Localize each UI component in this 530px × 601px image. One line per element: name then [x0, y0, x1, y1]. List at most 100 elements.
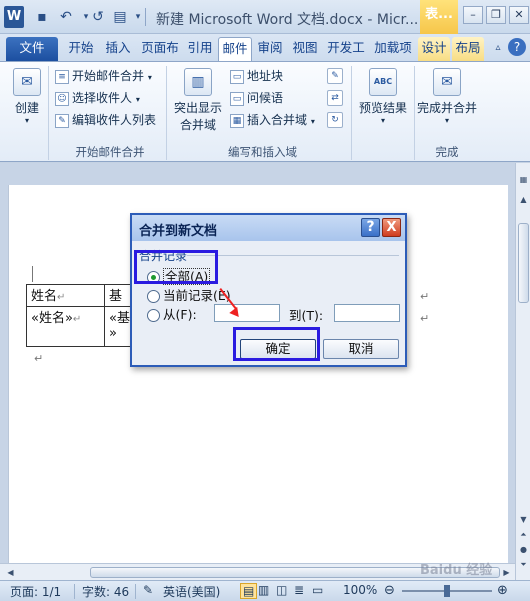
radio-current-record[interactable]: 当前记录(E): [147, 285, 231, 304]
restore-icon[interactable]: ❐: [486, 6, 506, 24]
row-end-mark: ↵: [420, 290, 430, 303]
web-layout-icon[interactable]: ◫: [276, 583, 287, 597]
minimize-icon[interactable]: –: [463, 6, 483, 24]
print-preview-icon[interactable]: ▤: [110, 7, 130, 27]
language[interactable]: 英语(美国): [163, 583, 220, 600]
cell-text: 基: [109, 289, 123, 304]
next-page-icon[interactable]: ⏷: [517, 558, 530, 571]
zoom-out-icon[interactable]: ⊖: [384, 583, 395, 598]
select-recipients-dropdown-icon: ▾: [135, 95, 140, 104]
start-mail-merge-button[interactable]: ≡ 开始邮件合并 ▾: [55, 66, 152, 86]
tab-page-layout[interactable]: 页面布: [138, 37, 182, 61]
ribbon-tab-bar: 文件 开始 插入 页面布 引用 邮件 审阅 视图 开发工 加载项 设计 布局 ▵…: [0, 34, 530, 61]
tab-view[interactable]: 视图: [289, 37, 321, 61]
finish-and-merge-button[interactable]: ✉ 完成并合并 ▾: [416, 68, 478, 125]
previous-page-icon[interactable]: ⏶: [517, 528, 530, 541]
zoom-in-icon[interactable]: ⊕: [497, 583, 508, 598]
preview-dropdown-icon: ▾: [380, 116, 385, 125]
create-dropdown-icon: ▾: [24, 116, 29, 125]
finish-dropdown-icon: ▾: [444, 116, 449, 125]
cell-text: »: [109, 326, 117, 341]
vertical-scrollbar[interactable]: ▦ ▲ ▼ ⏶ ● ⏷: [515, 163, 530, 583]
paragraph-mark: ↵: [34, 352, 44, 365]
status-bar: 页面: 1/1 字数: 46 ✎ 英语(美国) ▤ ▥ ◫ ≣ ▭ 100% ⊖…: [0, 563, 530, 601]
tab-table-design[interactable]: 设计: [418, 37, 450, 61]
close-window-icon[interactable]: ✕: [509, 6, 529, 24]
group-label-finish: 完成: [435, 145, 459, 159]
cell-text: «基: [109, 311, 130, 326]
word-logo-icon[interactable]: W: [4, 6, 24, 28]
to-record-input[interactable]: [334, 304, 400, 322]
address-block-button[interactable]: ▭ 地址块: [230, 66, 283, 86]
cancel-button[interactable]: 取消: [323, 339, 399, 359]
select-recipients-button[interactable]: ☺ 选择收件人 ▾: [55, 88, 140, 108]
radio-button[interactable]: [147, 290, 160, 303]
full-screen-reading-icon[interactable]: ▥: [258, 583, 269, 597]
tab-mailings[interactable]: 邮件: [218, 37, 252, 61]
scroll-left-icon[interactable]: ◀: [4, 566, 17, 579]
greeting-line-button[interactable]: ▭ 问候语: [230, 88, 283, 108]
from-record-input[interactable]: [214, 304, 280, 322]
scroll-down-icon[interactable]: ▼: [517, 513, 530, 526]
table-cell[interactable]: «姓名»↵: [26, 306, 105, 347]
start-merge-icon: ≡: [55, 69, 69, 84]
zoom-level[interactable]: 100%: [343, 583, 377, 597]
tab-add-ins[interactable]: 加载项: [370, 37, 416, 61]
tab-developer[interactable]: 开发工: [324, 37, 368, 61]
radio-from-label: 从(F):: [163, 307, 197, 322]
groupbox-line: [187, 255, 399, 256]
zoom-slider-thumb[interactable]: [444, 585, 450, 597]
tab-review[interactable]: 审阅: [254, 37, 286, 61]
update-labels-icon[interactable]: ↻: [327, 112, 343, 128]
insert-merge-field-button[interactable]: ▦ 插入合并域 ▾: [230, 110, 315, 130]
tab-table-layout[interactable]: 布局: [452, 37, 484, 61]
create-button[interactable]: ✉ 创建 ▾: [10, 68, 44, 125]
scroll-right-icon[interactable]: ▶: [500, 566, 513, 579]
highlight-fields-label-1: 突出显示: [173, 101, 222, 115]
ruler-toggle-icon[interactable]: ▦: [517, 173, 530, 186]
text-cursor: [32, 266, 33, 282]
help-icon[interactable]: ?: [508, 38, 526, 56]
recipients-icon: ☺: [55, 91, 69, 106]
finish-and-merge-label: 完成并合并: [416, 101, 477, 115]
save-icon[interactable]: ▪: [32, 7, 52, 27]
match-fields-icon[interactable]: ⇄: [327, 90, 343, 106]
vertical-scroll-thumb[interactable]: [518, 223, 529, 303]
dialog-title-bar[interactable]: 合并到新文档 ? X: [132, 215, 405, 241]
draft-view-icon[interactable]: ▭: [312, 583, 323, 597]
tab-file[interactable]: 文件: [6, 37, 58, 61]
table-tools-context-tab: 表...: [420, 0, 458, 34]
highlight-merge-fields-button[interactable]: ▥ 突出显示 合并域: [172, 68, 224, 133]
word-count[interactable]: 字数: 46: [82, 583, 129, 600]
tab-home[interactable]: 开始: [64, 37, 98, 61]
scroll-up-icon[interactable]: ▲: [517, 193, 530, 206]
outline-view-icon[interactable]: ≣: [294, 583, 304, 597]
spellcheck-icon[interactable]: ✎: [143, 583, 153, 597]
dialog-close-button[interactable]: X: [382, 218, 401, 237]
finish-merge-icon: ✉: [433, 68, 461, 96]
rules-icon[interactable]: ✎: [327, 68, 343, 84]
page-count[interactable]: 页面: 1/1: [10, 583, 61, 600]
radio-button[interactable]: [147, 309, 160, 322]
dialog-help-button[interactable]: ?: [361, 218, 380, 237]
start-mail-merge-label: 开始邮件合并: [72, 69, 145, 83]
preview-results-button[interactable]: ABC 预览结果 ▾: [356, 68, 410, 125]
redo-icon[interactable]: ↺: [88, 7, 108, 27]
qat-separator: [145, 8, 146, 26]
tab-insert[interactable]: 插入: [101, 37, 135, 61]
preview-results-label: 预览结果: [358, 101, 407, 115]
minimize-ribbon-icon[interactable]: ▵: [488, 38, 508, 58]
highlight-box-all-records: [134, 250, 218, 284]
table-cell[interactable]: 姓名↵: [26, 284, 105, 307]
print-layout-view-icon[interactable]: ▤: [240, 583, 258, 599]
group-label-write-insert: 编写和插入域: [228, 145, 297, 159]
abc-preview-icon: ABC: [369, 68, 397, 96]
cell-text: 姓名: [31, 289, 58, 304]
radio-from-range[interactable]: 从(F):: [147, 304, 197, 323]
select-browse-object-icon[interactable]: ●: [517, 543, 530, 556]
undo-icon[interactable]: ↶: [56, 7, 76, 27]
cell-end-mark: ↵: [57, 292, 66, 303]
edit-recipient-list-button[interactable]: ✎ 编辑收件人列表: [55, 110, 156, 130]
highlight-fields-icon: ▥: [184, 68, 212, 96]
tab-references[interactable]: 引用: [184, 37, 216, 61]
